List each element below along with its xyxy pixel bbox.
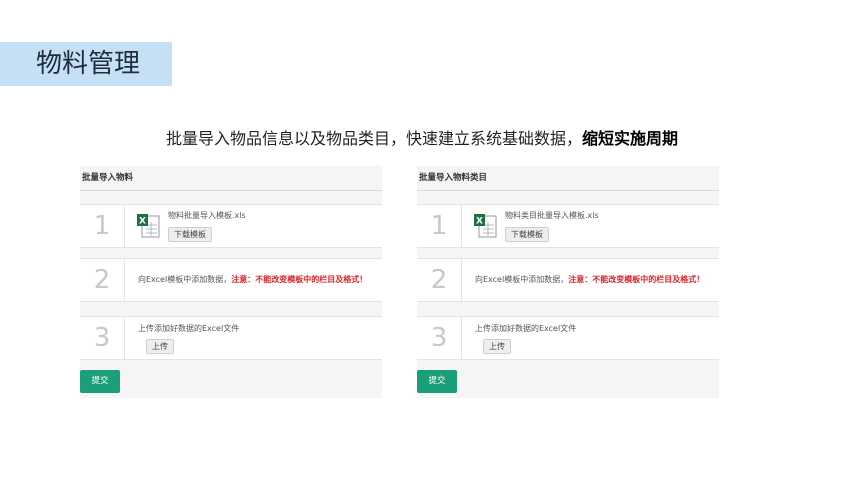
submit-button[interactable]: 提交 [80,370,120,393]
headline-text: 批量导入物品信息以及物品类目，快速建立系统基础数据， [166,129,583,148]
step-number: 2 [417,259,462,301]
panel-header: 批量导入物料类目 [417,166,719,191]
excel-file-icon: X [137,214,160,238]
warning-text: 注意：不能改变模板中的栏目及格式！ [231,275,368,284]
step-number: 3 [80,317,125,359]
step-number: 2 [80,259,125,301]
upload-button[interactable]: 上传 [483,339,511,354]
svg-text:X: X [139,217,146,227]
download-template-button[interactable]: 下载模板 [168,227,212,242]
headline: 批量导入物品信息以及物品类目，快速建立系统基础数据，缩短实施周期 [166,128,726,150]
headline-emphasis: 缩短实施周期 [582,129,679,148]
template-file-name[interactable]: 物料批量导入模板.xls [168,210,246,221]
import-categories-panel: 批量导入物料类目 1 X 物料类目批量导入模板.xls 下载模板 2 向Exce… [417,166,719,398]
panel-header: 批量导入物料 [80,166,382,191]
page-title: 物料管理 [36,49,141,79]
step-add-data: 2 向Excel模板中添加数据，注意：不能改变模板中的栏目及格式！ [417,258,719,302]
upload-instruction: 上传添加好数据的Excel文件 [138,324,240,333]
step-download-template: 1 X 物料批量导入模板.xls 下载模板 [80,204,382,248]
step-instruction: 向Excel模板中添加数据，注意：不能改变模板中的栏目及格式！ [138,274,367,285]
svg-text:X: X [476,217,483,227]
warning-text: 注意：不能改变模板中的栏目及格式！ [568,275,705,284]
step-download-template: 1 X 物料类目批量导入模板.xls 下载模板 [417,204,719,248]
import-materials-panel: 批量导入物料 1 X 物料批量导入模板.xls 下载模板 2 向Excel模板中… [80,166,382,398]
step-add-data: 2 向Excel模板中添加数据，注意：不能改变模板中的栏目及格式！ [80,258,382,302]
submit-button[interactable]: 提交 [417,370,457,393]
download-template-button[interactable]: 下载模板 [505,227,549,242]
upload-button[interactable]: 上传 [146,339,174,354]
step-upload: 3 上传添加好数据的Excel文件 上传 [80,316,382,360]
template-file-name[interactable]: 物料类目批量导入模板.xls [505,210,599,221]
step-upload: 3 上传添加好数据的Excel文件 上传 [417,316,719,360]
step-number: 1 [80,205,125,247]
excel-file-icon: X [474,214,497,238]
step-number: 1 [417,205,462,247]
instruction-text: 向Excel模板中添加数据， [475,275,569,284]
step-instruction: 向Excel模板中添加数据，注意：不能改变模板中的栏目及格式！ [475,274,704,285]
instruction-text: 向Excel模板中添加数据， [138,275,232,284]
upload-instruction: 上传添加好数据的Excel文件 [475,324,577,333]
step-number: 3 [417,317,462,359]
